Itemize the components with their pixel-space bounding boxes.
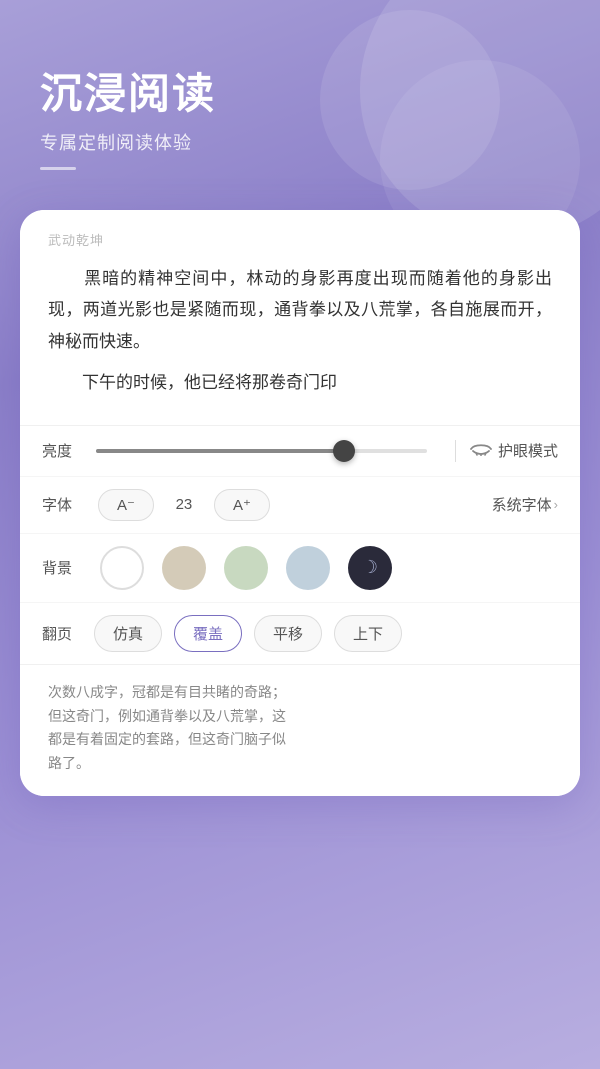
book-title: 武动乾坤 — [48, 230, 552, 249]
bg-label: 背景 — [42, 557, 82, 578]
pageturn-slide-button[interactable]: 平移 — [254, 615, 322, 652]
bottom-para-blurred: 次数八成字，冠都是有目共睹的奇路；但这奇门，例如通背拳以及八荒掌，这都是有着固定… — [48, 681, 552, 776]
reading-para-2: 下午的时候，他已经将那卷奇门印 — [48, 367, 552, 398]
brightness-slider[interactable] — [96, 449, 427, 453]
bg-green-option[interactable] — [224, 546, 268, 590]
bg-cream-option[interactable] — [162, 546, 206, 590]
bg-white-option[interactable] — [100, 546, 144, 590]
pageturn-simulated-button[interactable]: 仿真 — [94, 615, 162, 652]
bottom-reading-area: 次数八成字，冠都是有目共睹的奇路；但这奇门，例如通背拳以及八荒掌，这都是有着固定… — [20, 664, 580, 796]
brightness-row: 亮度 护眼模式 — [20, 426, 580, 477]
brightness-label: 亮度 — [42, 440, 82, 461]
eye-mode-control[interactable]: 护眼模式 — [470, 440, 558, 461]
eye-icon — [470, 440, 492, 461]
pageturn-cover-button[interactable]: 覆盖 — [174, 615, 242, 652]
slider-track — [96, 449, 427, 453]
font-label: 字体 — [42, 494, 82, 515]
pageturn-label: 翻页 — [42, 623, 82, 644]
reading-para-1: 黑暗的精神空间中，林动的身影再度出现而随着他的身影出现，两道光影也是紧随而现，通… — [48, 263, 552, 357]
reading-content: 黑暗的精神空间中，林动的身影再度出现而随着他的身影出现，两道光影也是紧随而现，通… — [48, 263, 552, 399]
font-decrease-button[interactable]: A⁻ — [98, 489, 154, 521]
bg-blue-option[interactable] — [286, 546, 330, 590]
font-row: 字体 A⁻ 23 A⁺ 系统字体 › — [20, 477, 580, 534]
font-increase-button[interactable]: A⁺ — [214, 489, 270, 521]
header: 沉浸阅读 专属定制阅读体验 — [0, 0, 600, 200]
background-row: 背景 ☽ — [20, 534, 580, 603]
reading-area: 武动乾坤 黑暗的精神空间中，林动的身影再度出现而随着他的身影出现，两道光影也是紧… — [20, 210, 580, 425]
main-card: 武动乾坤 黑暗的精神空间中，林动的身影再度出现而随着他的身影出现，两道光影也是紧… — [20, 210, 580, 796]
page-title: 沉浸阅读 — [40, 60, 560, 121]
moon-icon: ☽ — [362, 557, 378, 578]
pageturn-row: 翻页 仿真 覆盖 平移 上下 — [20, 603, 580, 664]
bg-dark-option[interactable]: ☽ — [348, 546, 392, 590]
eye-mode-label: 护眼模式 — [498, 440, 558, 461]
font-size-value: 23 — [170, 496, 198, 513]
page-subtitle: 专属定制阅读体验 — [40, 129, 560, 155]
font-system-selector[interactable]: 系统字体 › — [492, 494, 558, 515]
chevron-right-icon: › — [554, 497, 558, 512]
slider-thumb[interactable] — [333, 440, 355, 462]
slider-fill — [96, 449, 344, 453]
font-system-label: 系统字体 — [492, 494, 552, 515]
divider — [455, 440, 456, 462]
controls-panel: 亮度 护眼模式 — [20, 425, 580, 664]
pageturn-scroll-button[interactable]: 上下 — [334, 615, 402, 652]
bottom-content: 次数八成字，冠都是有目共睹的奇路；但这奇门，例如通背拳以及八荒掌，这都是有着固定… — [48, 681, 552, 776]
header-divider — [40, 167, 76, 170]
